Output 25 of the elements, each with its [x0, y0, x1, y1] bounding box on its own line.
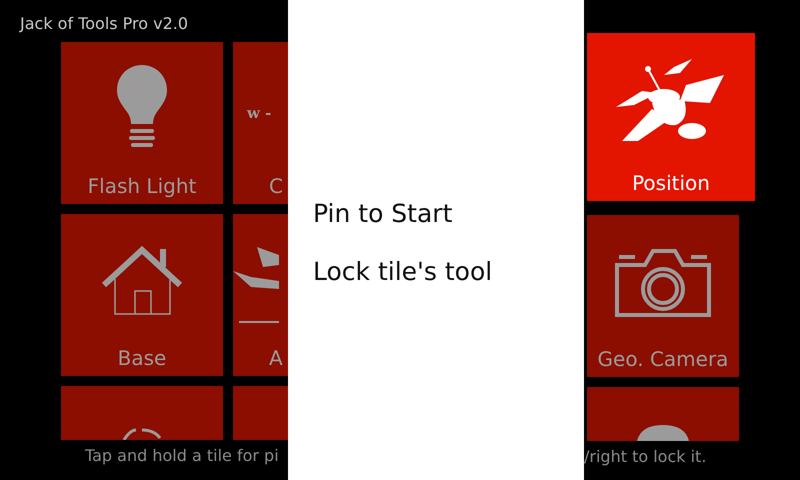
app-tile[interactable] — [233, 386, 288, 440]
house-icon — [101, 245, 183, 315]
app-tile[interactable] — [587, 387, 739, 441]
menu-item[interactable]: Pin to Start — [313, 196, 452, 232]
app-title: Jack of Tools Pro v2.0 — [18, 13, 190, 35]
app-tile[interactable]: A — [233, 214, 288, 376]
tile-label: Position — [632, 171, 710, 197]
app-tile[interactable] — [61, 386, 223, 440]
app-tile[interactable]: w - C — [233, 42, 288, 204]
tile-label: Base — [118, 346, 166, 372]
hint-text: /right to lock it. — [584, 447, 708, 466]
tile-label: Geo. Camera — [598, 347, 728, 373]
tile-label: Flash Light — [88, 174, 196, 200]
menu-item[interactable]: Lock tile's tool — [313, 254, 492, 290]
icon-text: w - — [246, 104, 272, 122]
app-tile[interactable]: Position — [587, 33, 755, 201]
hint-text: Tap and hold a tile for pi — [85, 446, 280, 465]
plane-icon — [233, 247, 279, 323]
app-tile[interactable]: Flash Light — [61, 42, 223, 204]
app-tile[interactable]: Base — [61, 214, 223, 376]
arc-icon — [122, 428, 162, 440]
app-tile[interactable]: Geo. Camera — [587, 215, 739, 377]
tile-label: C — [268, 174, 283, 200]
tile-label: A — [268, 346, 283, 372]
dome-icon — [637, 425, 689, 441]
